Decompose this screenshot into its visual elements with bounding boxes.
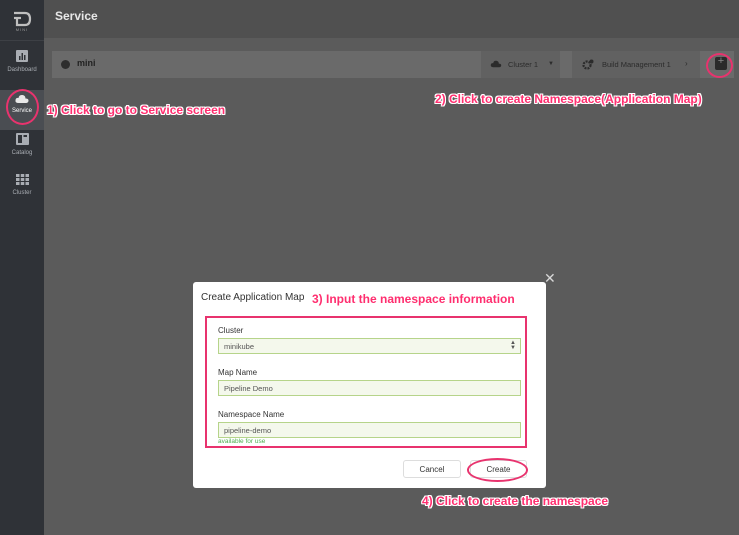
chevron-right-icon: › <box>685 59 688 68</box>
annotation-step-2: 2) Click to create Namespace(Application… <box>435 92 702 106</box>
annotation-step-1: 1) Click to go to Service screen <box>47 103 226 117</box>
build-selector[interactable]: Build Management 1 › <box>572 51 700 78</box>
sidebar-divider <box>0 40 44 41</box>
sidebar: MINI Dashboard Service Catalog Cluster <box>0 0 44 535</box>
page-header: Service <box>44 0 739 38</box>
sidebar-item-label: Catalog <box>11 150 33 156</box>
cloud-icon <box>490 60 502 70</box>
annotation-step-3: 3) Input the namespace information <box>312 292 515 306</box>
status-dot <box>61 60 70 69</box>
namespace-availability-hint: available for use <box>218 438 266 445</box>
map-name-label: Map Name <box>218 368 258 377</box>
catalog-icon <box>0 133 44 147</box>
gear-icon <box>582 59 594 72</box>
cluster-select-value: minikube <box>224 342 255 351</box>
cancel-button[interactable]: Cancel <box>403 460 461 478</box>
map-name-input[interactable]: Pipeline Demo <box>218 380 521 396</box>
cluster-selector[interactable]: Cluster 1 ▼ <box>481 51 560 78</box>
annotation-step-4: 4) Click to create the namespace <box>422 494 609 508</box>
cluster-label: Cluster 1 <box>508 60 539 69</box>
logo-text: MINI <box>15 27 29 32</box>
cluster-label: Cluster <box>218 326 244 335</box>
namespace-name-value: pipeline-demo <box>224 426 272 435</box>
dashboard-icon <box>0 50 44 64</box>
highlight-ring-service <box>6 89 39 125</box>
highlight-ring-add <box>706 53 733 78</box>
page-title: Service <box>55 9 98 23</box>
sidebar-item-cluster[interactable]: Cluster <box>0 174 44 214</box>
sidebar-item-catalog[interactable]: Catalog <box>0 133 44 173</box>
sidebar-item-label: Cluster <box>12 190 32 196</box>
build-label: Build Management 1 <box>602 60 671 69</box>
namespace-form: Cluster minikube ▲ ▼ Map Name Pipeline De… <box>205 316 527 448</box>
caret-down-icon: ▼ <box>548 61 554 67</box>
sidebar-item-dashboard[interactable]: Dashboard <box>0 50 44 90</box>
cluster-select[interactable]: minikube ▲ ▼ <box>218 338 521 354</box>
dialog-title: Create Application Map <box>201 292 305 303</box>
map-name-value: Pipeline Demo <box>224 384 273 393</box>
service-bar: mini Cluster 1 ▼ Build Management 1 › + <box>52 51 734 78</box>
sidebar-item-label: Dashboard <box>7 67 37 73</box>
service-name: mini <box>77 58 96 68</box>
select-arrows-icon: ▲ ▼ <box>510 340 516 351</box>
namespace-name-input[interactable]: pipeline-demo <box>218 422 521 438</box>
highlight-ring-create <box>467 458 528 482</box>
namespace-name-label: Namespace Name <box>218 410 285 419</box>
grid-icon <box>0 174 44 187</box>
